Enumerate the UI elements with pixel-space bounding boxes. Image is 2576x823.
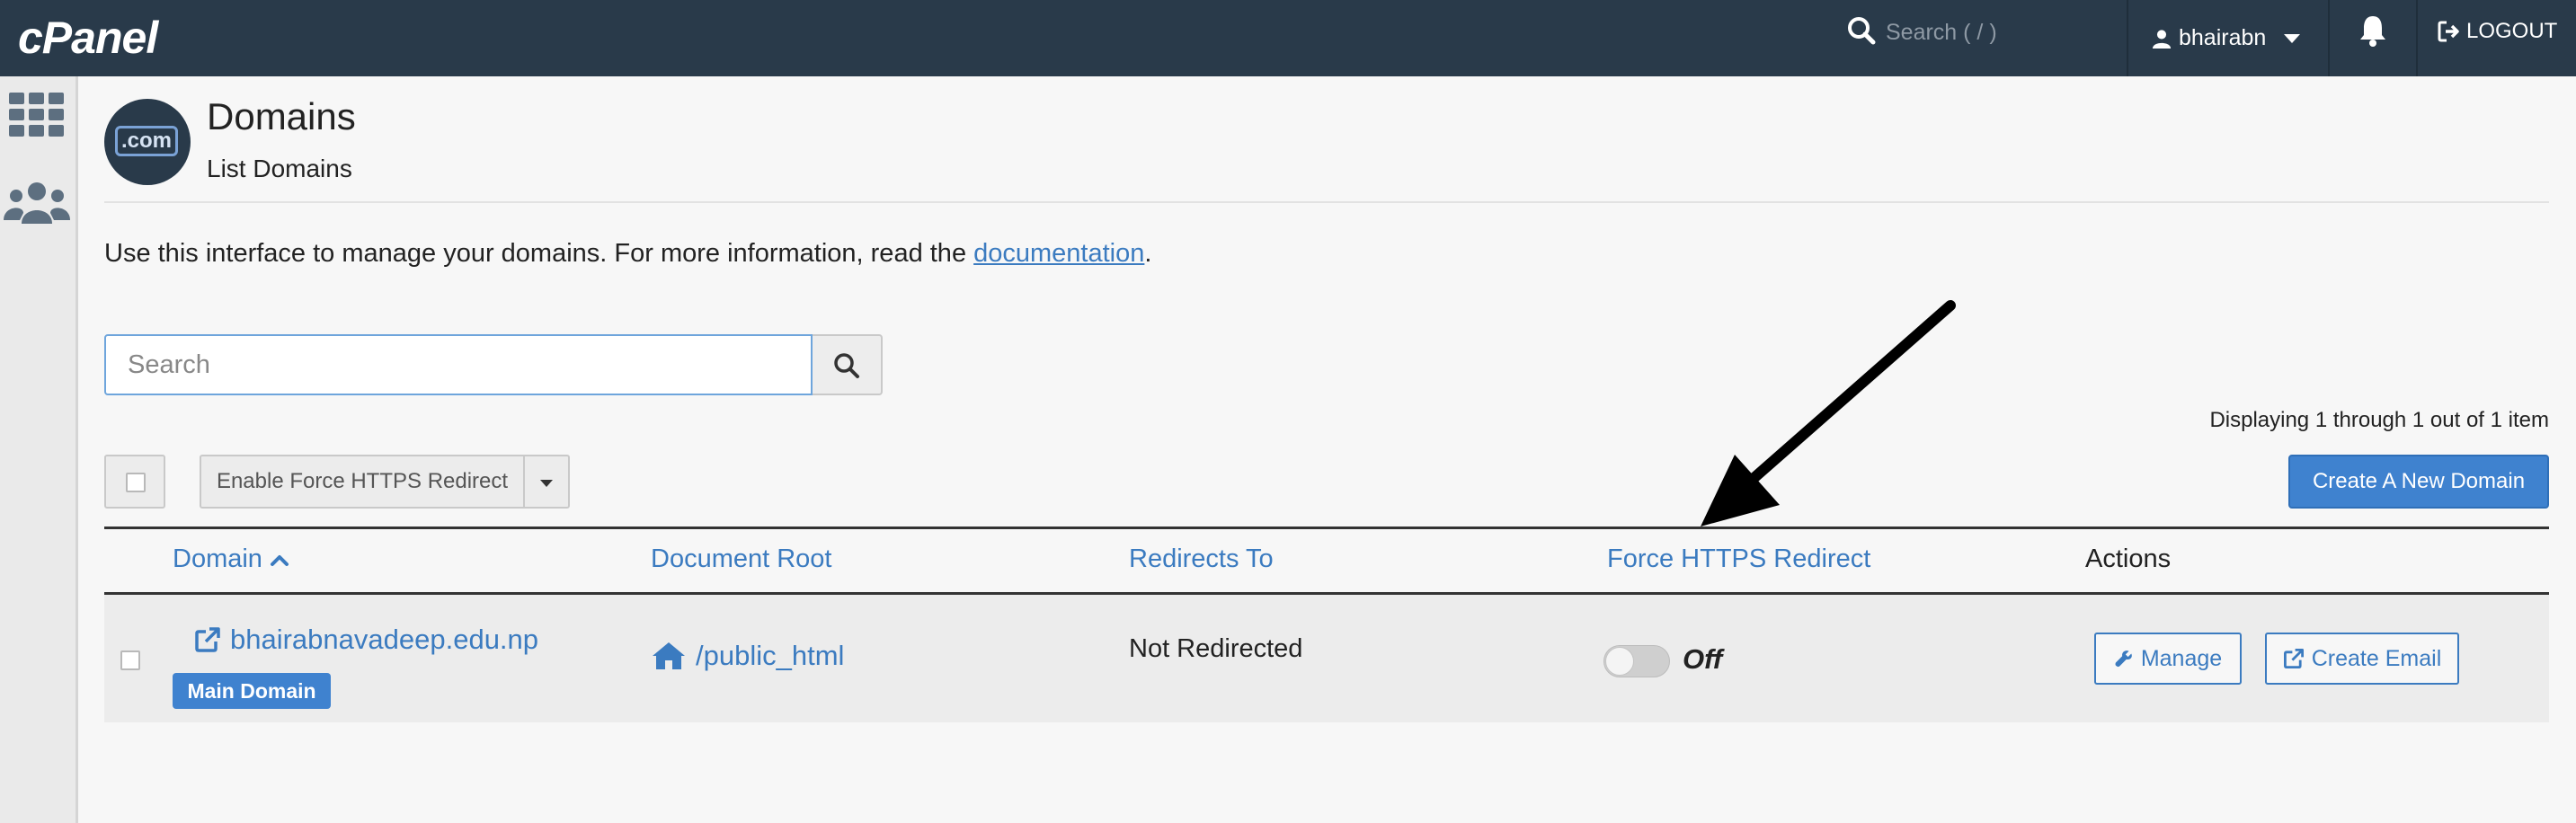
toggle-knob [1605,647,1634,676]
row-checkbox[interactable] [120,650,140,670]
external-link-icon [2283,649,2304,668]
domains-page-icon: .com [104,99,191,185]
manage-button[interactable]: Manage [2094,633,2242,685]
main-domain-badge: Main Domain [173,673,331,709]
header-divider [104,201,2549,203]
column-header-force-https[interactable]: Force HTTPS Redirect [1607,544,1870,574]
column-header-domain[interactable]: Domain [173,544,289,574]
search-icon[interactable] [1844,13,1880,49]
document-root-path: /public_html [696,640,845,671]
bell-icon[interactable] [2357,13,2389,49]
intro-text: Use this interface to manage your domain… [104,239,1151,269]
page-title: Domains [207,95,356,137]
sidebar [0,76,78,823]
wrench-icon [2115,650,2132,668]
column-header-actions: Actions [2085,544,2172,573]
manage-label: Manage [2140,645,2223,671]
cpanel-logo[interactable]: cPanel [18,2,158,74]
create-email-button[interactable]: Create Email [2265,633,2459,685]
top-navbar: cPanel bhairabn LOGOUT [0,0,2576,76]
documentation-link[interactable]: documentation [973,239,1144,268]
checkbox[interactable] [126,473,146,492]
domain-name: bhairabnavadeep.edu.np [230,624,539,655]
home-icon [653,642,685,669]
annotation-arrow [1701,300,1956,527]
intro-text-after: . [1144,239,1152,268]
pagination-info: Displaying 1 through 1 out of 1 item [2209,408,2549,432]
navbar-divider [2328,0,2330,76]
create-email-label: Create Email [2311,645,2442,671]
navbar-divider [2416,0,2418,76]
create-new-domain-button[interactable]: Create A New Domain [2288,455,2549,509]
search-icon [834,353,859,378]
search-button[interactable] [813,334,883,395]
force-https-state: Off [1683,643,1723,675]
select-all-checkbox[interactable] [104,455,165,509]
com-icon: .com [115,126,178,156]
user-icon [2152,29,2172,49]
column-header-redirects-to[interactable]: Redirects To [1129,544,1274,574]
column-header-domain-label: Domain [173,544,262,573]
username: bhairabn [2179,25,2267,50]
logout-label: LOGOUT [2466,19,2558,43]
chevron-down-icon [540,480,553,487]
page-subtitle: List Domains [207,155,352,182]
table-top-border [104,527,2549,529]
bulk-actions-dropdown-toggle[interactable] [523,455,570,509]
users-icon[interactable] [4,181,70,226]
intro-text-before: Use this interface to manage your domain… [104,239,974,268]
document-root-link[interactable]: /public_html [651,640,844,672]
logout-button[interactable]: LOGOUT [2438,0,2557,63]
column-header-document-root[interactable]: Document Root [651,544,832,574]
domain-link[interactable]: bhairabnavadeep.edu.np [194,624,538,656]
logout-icon [2438,21,2459,42]
force-https-toggle[interactable] [1603,645,1670,677]
apps-grid-icon[interactable] [9,93,65,137]
enable-force-https-button[interactable]: Enable Force HTTPS Redirect [200,455,525,509]
external-link-icon [195,627,220,652]
global-search-input[interactable] [1884,9,2121,56]
redirects-to-value: Not Redirected [1129,634,1303,663]
domain-search-input[interactable] [104,334,813,395]
chevron-down-icon [2284,33,2301,43]
user-menu[interactable]: bhairabn [2128,0,2328,76]
sort-ascending-icon [270,555,289,567]
